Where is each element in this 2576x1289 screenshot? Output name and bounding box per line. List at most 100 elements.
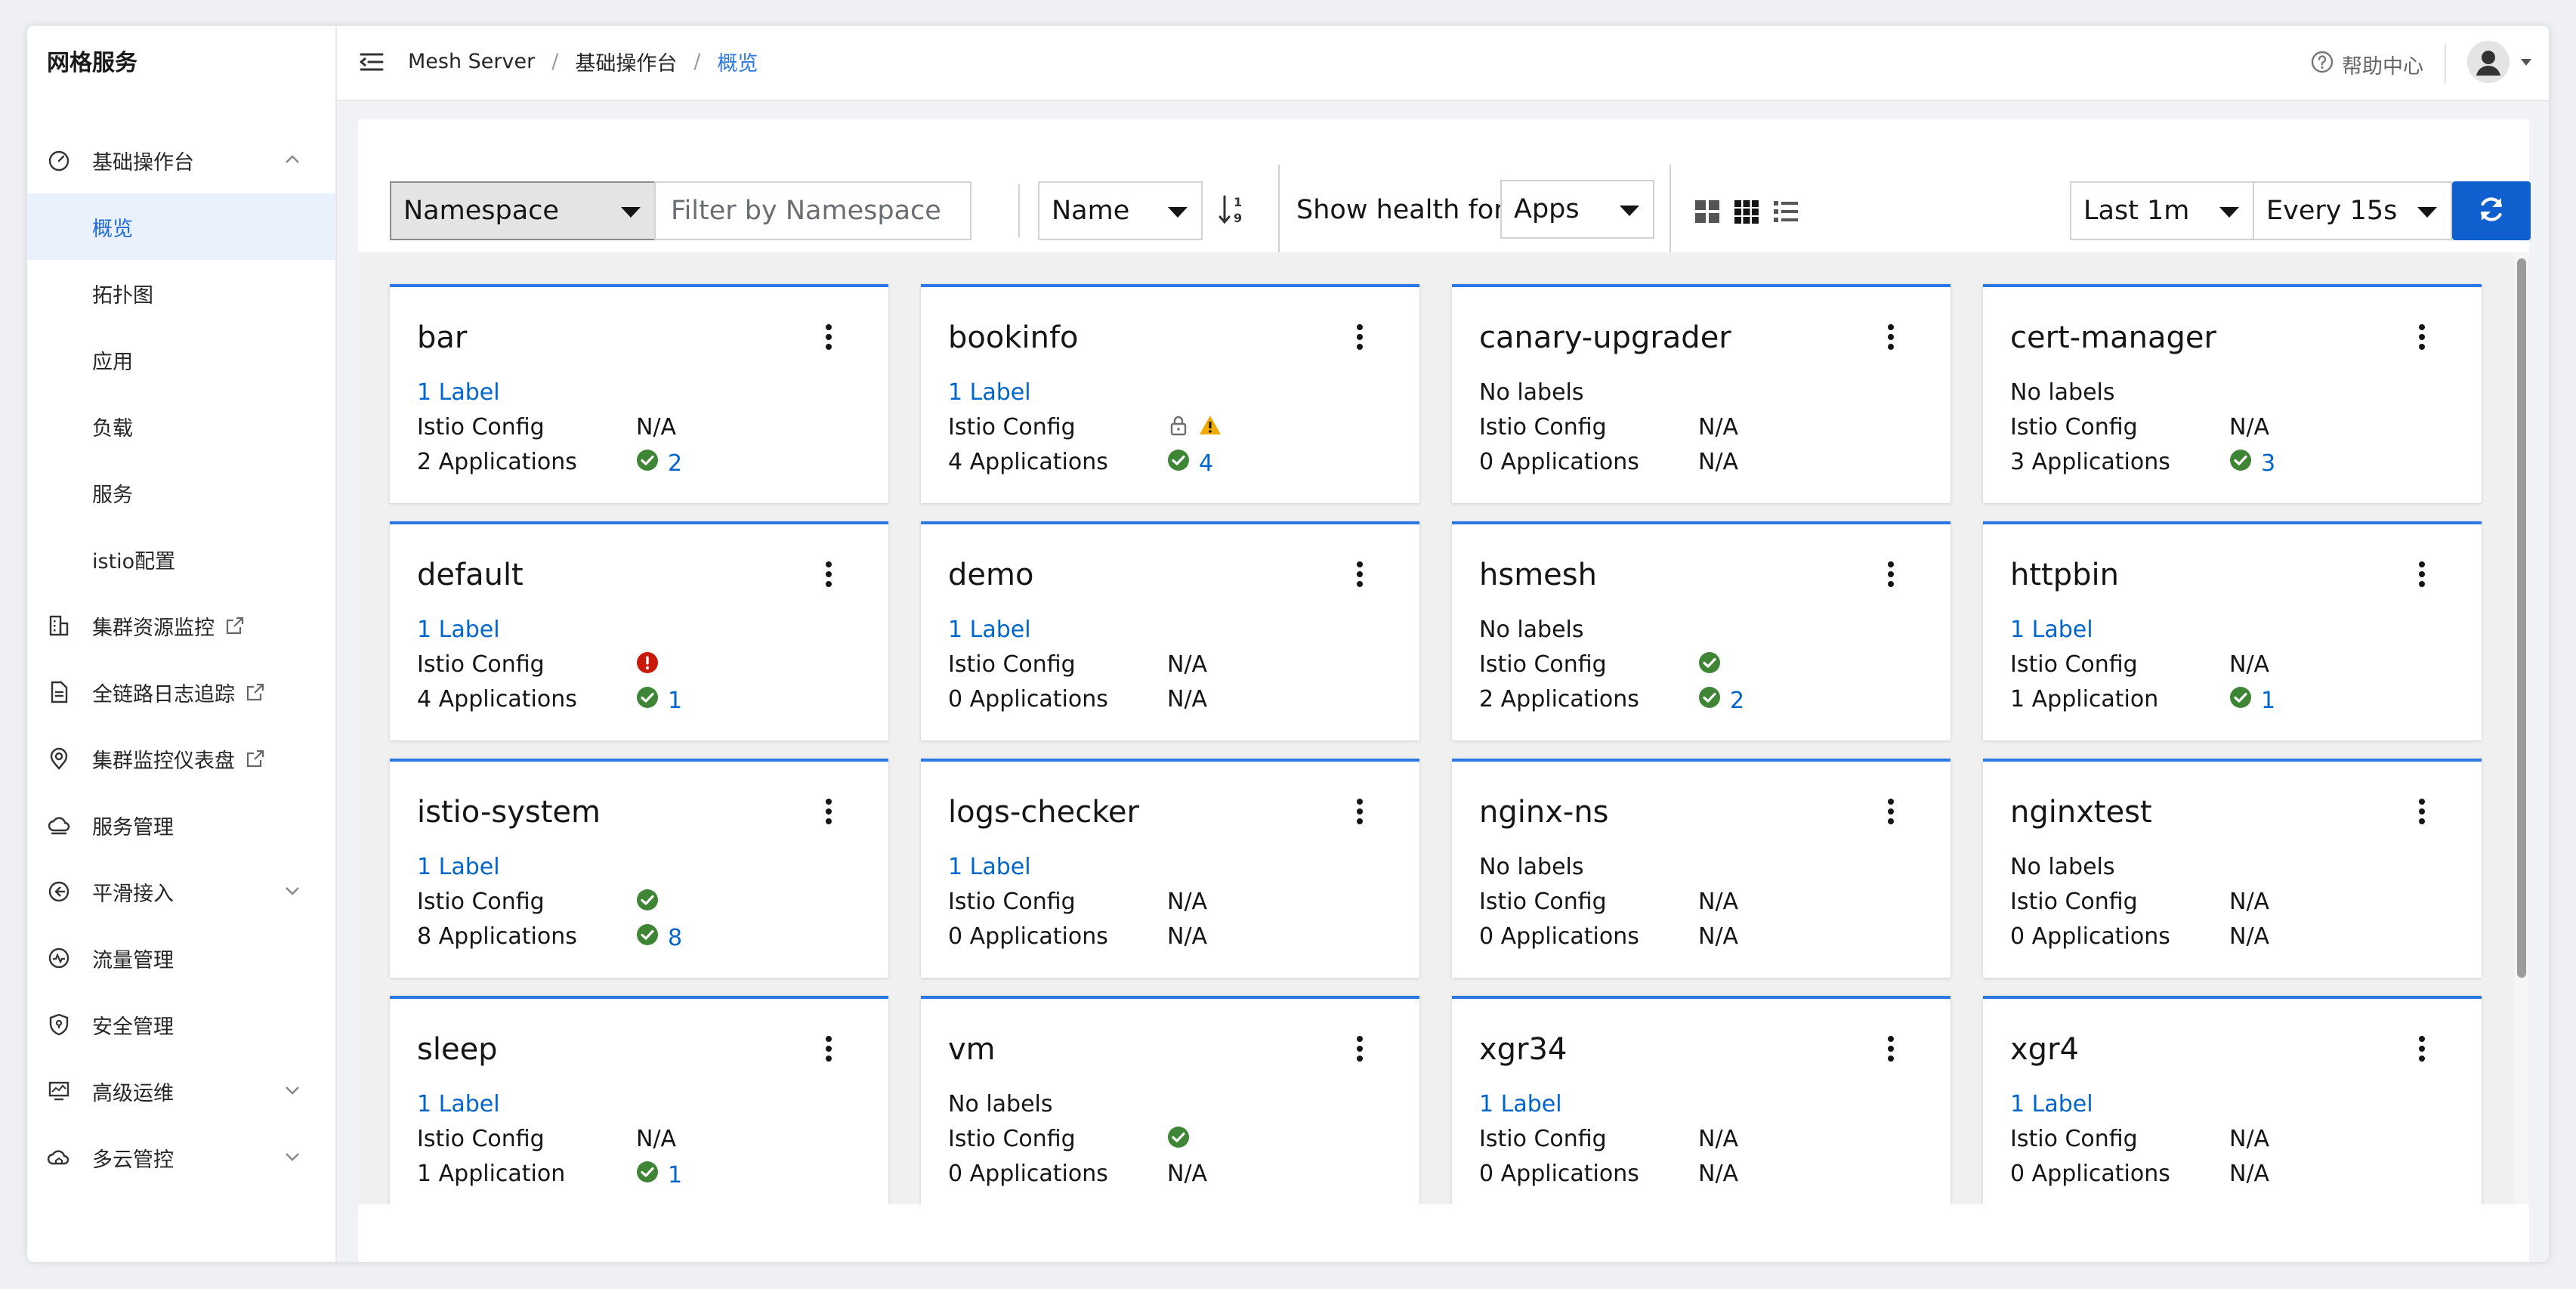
namespace-filter-input[interactable]: Filter by Namespace	[654, 181, 971, 240]
chevron-down-icon[interactable]	[283, 1147, 302, 1167]
breadcrumb-item-mesh-server[interactable]: Mesh Server	[408, 50, 535, 73]
sidebar-item-9[interactable]: 集群监控仪表盘	[27, 725, 335, 792]
sidebar-item-4[interactable]: 负载	[27, 393, 335, 459]
applications-health[interactable]: 2	[636, 449, 682, 478]
healthy-app-count[interactable]: 2	[668, 450, 682, 477]
kebab-menu-icon[interactable]	[1887, 561, 1895, 588]
namespace-labels[interactable]: 1 Label	[417, 379, 500, 406]
namespace-name[interactable]: xgr4	[2010, 1032, 2079, 1067]
sidebar-item-3[interactable]: 应用	[27, 326, 335, 393]
healthy-app-count[interactable]: 4	[1199, 450, 1213, 477]
namespace-name[interactable]: httpbin	[2010, 558, 2119, 592]
kebab-menu-icon[interactable]	[825, 323, 832, 351]
applications-health[interactable]: 1	[636, 686, 682, 715]
compact-view-icon[interactable]	[1694, 198, 1721, 225]
namespace-card[interactable]: xgr4 1 Label Istio Config 0 Applications N/A…	[1983, 996, 2482, 1204]
kebab-menu-icon[interactable]	[1887, 798, 1895, 825]
sidebar-item-2[interactable]: 拓扑图	[27, 260, 335, 326]
healthy-app-count[interactable]: 2	[1730, 688, 1744, 714]
applications-health[interactable]: 4	[1167, 449, 1213, 478]
healthy-app-count[interactable]: 1	[668, 688, 682, 714]
applications-health[interactable]: 2	[1698, 686, 1744, 715]
namespace-labels[interactable]: 1 Label	[417, 854, 500, 880]
sidebar-item-1[interactable]: 概览	[27, 193, 335, 260]
applications-health[interactable]: 3	[2229, 449, 2275, 478]
kebab-menu-icon[interactable]	[2418, 323, 2426, 351]
check-circle-icon[interactable]	[1698, 651, 1721, 680]
namespace-card[interactable]: canary-upgrader No labels Istio Config 0 Ap…	[1452, 284, 1951, 503]
chevron-down-icon[interactable]	[283, 881, 302, 901]
namespace-card[interactable]: hsmesh No labels Istio Config 2 Application…	[1452, 521, 1951, 740]
grid-view-icon[interactable]	[1733, 198, 1760, 225]
namespace-name[interactable]: default	[417, 558, 524, 592]
namespace-card[interactable]: sleep 1 Label Istio Config 1 Application N/A…	[390, 996, 888, 1204]
sidebar-item-14[interactable]: 高级运维	[27, 1058, 335, 1124]
menu-toggle-icon[interactable]	[358, 48, 385, 76]
warning-triangle-icon[interactable]	[1199, 414, 1222, 443]
namespace-name[interactable]: canary-upgrader	[1479, 320, 1731, 355]
check-circle-icon[interactable]	[636, 889, 659, 917]
namespace-labels[interactable]: 1 Label	[948, 379, 1031, 406]
error-circle-icon[interactable]	[636, 651, 659, 680]
scrollbar-thumb[interactable]	[2517, 258, 2526, 978]
healthy-app-count[interactable]: 1	[2261, 688, 2275, 714]
kebab-menu-icon[interactable]	[1356, 323, 1364, 351]
namespace-labels[interactable]: 1 Label	[417, 617, 500, 643]
refresh-interval-select[interactable]: Every 15s	[2253, 181, 2452, 240]
caret-down-icon[interactable]	[2519, 54, 2534, 70]
namespace-labels[interactable]: 1 Label	[948, 617, 1031, 643]
namespace-card[interactable]: httpbin 1 Label Istio Config 1 Application N…	[1983, 521, 2482, 740]
chevron-up-icon[interactable]	[283, 150, 302, 169]
kebab-menu-icon[interactable]	[1887, 323, 1895, 351]
kebab-menu-icon[interactable]	[2418, 561, 2426, 588]
sort-ascending-icon[interactable]: 19	[1218, 193, 1248, 227]
kebab-menu-icon[interactable]	[825, 561, 832, 588]
sidebar-item-12[interactable]: 流量管理	[27, 925, 335, 991]
namespace-labels[interactable]: 1 Label	[1479, 1091, 1562, 1117]
namespace-name[interactable]: hsmesh	[1479, 558, 1597, 592]
applications-health[interactable]: 1	[636, 1161, 682, 1189]
chevron-down-icon[interactable]	[283, 1080, 302, 1100]
time-range-select[interactable]: Last 1m	[2070, 181, 2254, 240]
health-type-select[interactable]: Apps	[1500, 180, 1654, 239]
namespace-name[interactable]: logs-checker	[948, 795, 1139, 830]
namespace-labels[interactable]: 1 Label	[417, 1091, 500, 1117]
kebab-menu-icon[interactable]	[825, 1035, 832, 1062]
kebab-menu-icon[interactable]	[825, 798, 832, 825]
avatar[interactable]	[2467, 41, 2510, 83]
namespace-name[interactable]: nginxtest	[2010, 795, 2152, 830]
kebab-menu-icon[interactable]	[1887, 1035, 1895, 1062]
sidebar-item-8[interactable]: 全链路日志追踪	[27, 659, 335, 725]
sidebar-item-10[interactable]: 服务管理	[27, 792, 335, 858]
namespace-card[interactable]: xgr34 1 Label Istio Config 0 Applications N/…	[1452, 996, 1951, 1204]
namespace-name[interactable]: cert-manager	[2010, 320, 2216, 355]
namespace-name[interactable]: vm	[948, 1032, 996, 1067]
namespace-name[interactable]: istio-system	[417, 795, 601, 830]
kebab-menu-icon[interactable]	[1356, 798, 1364, 825]
namespace-labels[interactable]: 1 Label	[948, 854, 1031, 880]
list-view-icon[interactable]	[1772, 198, 1799, 225]
namespace-card[interactable]: istio-system 1 Label Istio Config 8 Applica…	[390, 759, 888, 978]
filter-type-select[interactable]: Namespace	[390, 181, 656, 240]
check-circle-icon[interactable]	[1167, 1126, 1190, 1155]
namespace-name[interactable]: bookinfo	[948, 320, 1079, 355]
sidebar-item-6[interactable]: istio配置	[27, 526, 335, 592]
namespace-card[interactable]: default 1 Label Istio Config 4 Applications…	[390, 521, 888, 740]
sort-field-select[interactable]: Name	[1038, 181, 1203, 240]
kebab-menu-icon[interactable]	[1356, 1035, 1364, 1062]
applications-health[interactable]: 1	[2229, 686, 2275, 715]
healthy-app-count[interactable]: 3	[2261, 450, 2275, 477]
breadcrumb-item-console[interactable]: 基础操作台	[575, 47, 677, 76]
healthy-app-count[interactable]: 1	[668, 1162, 682, 1189]
sidebar-item-15[interactable]: 多云管控	[27, 1124, 335, 1191]
namespace-card[interactable]: demo 1 Label Istio Config 0 Applications N/A…	[921, 521, 1419, 740]
kebab-menu-icon[interactable]	[2418, 798, 2426, 825]
namespace-name[interactable]: sleep	[417, 1032, 498, 1067]
sidebar-item-5[interactable]: 服务	[27, 459, 335, 526]
scrollbar[interactable]	[2514, 252, 2529, 1204]
namespace-card[interactable]: vm No labels Istio Config 0 Applications N/A	[921, 996, 1419, 1204]
healthy-app-count[interactable]: 8	[668, 925, 682, 951]
namespace-card[interactable]: logs-checker 1 Label Istio Config 0 Applica…	[921, 759, 1419, 978]
namespace-card[interactable]: nginx-ns No labels Istio Config 0 Applicati…	[1452, 759, 1951, 978]
sidebar-item-0[interactable]: 基础操作台	[27, 127, 335, 193]
